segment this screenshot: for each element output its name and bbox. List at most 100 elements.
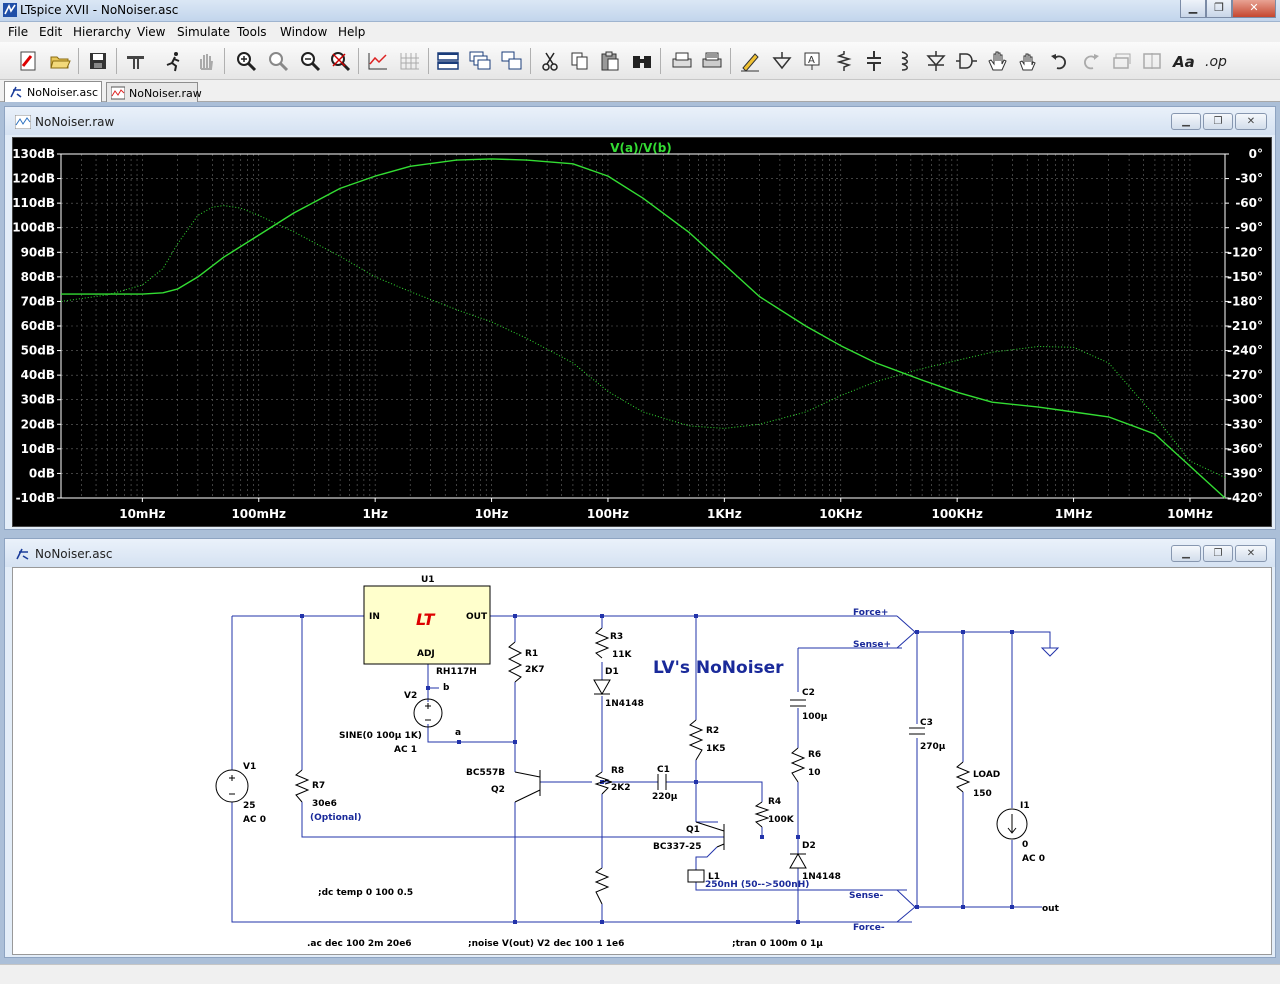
spice-directive-icon[interactable]: .op — [1202, 47, 1230, 75]
circuit-diagram: LT U1 IN OUT ADJ RH117H V1 25 AC 0 V2 SI… — [215, 575, 1060, 949]
svg-text:out: out — [1042, 904, 1060, 914]
svg-text:A: A — [808, 55, 815, 66]
zoom-in-icon[interactable] — [232, 47, 260, 75]
tile-horizontal-icon[interactable] — [434, 47, 462, 75]
phase-point — [526, 338, 528, 340]
spice-directives[interactable]: ;dc temp 0 100 0.5 .ac dec 100 2m 20e6 ;… — [307, 888, 823, 949]
draw-wire-pencil-icon[interactable] — [736, 47, 764, 75]
magnitude-point — [162, 292, 164, 294]
print-setup-icon[interactable] — [668, 47, 696, 75]
inductor-icon[interactable] — [890, 47, 918, 75]
phase-point — [491, 321, 493, 323]
cascade-windows-icon[interactable] — [466, 47, 494, 75]
y-right-tick-label: -150° — [1227, 270, 1263, 284]
magnitude-point — [197, 276, 199, 278]
text-icon[interactable]: Aa — [1170, 47, 1198, 75]
save-icon[interactable] — [84, 47, 112, 75]
magnitude-point — [293, 212, 295, 214]
halt-hand-icon[interactable] — [192, 47, 220, 75]
menu-edit[interactable]: Edit — [39, 25, 62, 39]
paste-icon[interactable] — [596, 47, 624, 75]
grid-icon[interactable] — [396, 47, 424, 75]
copy-icon[interactable] — [566, 47, 594, 75]
zoom-fit-icon[interactable] — [326, 47, 354, 75]
restore-button[interactable]: ❐ — [1203, 113, 1233, 130]
y-right-tick-labels: 0° -30° -60° -90° -120° -150° -180° -210° -240° -… — [1227, 147, 1263, 505]
restore-button[interactable]: ❐ — [1206, 0, 1232, 18]
undo-icon[interactable] — [1046, 47, 1074, 75]
tab-waveform[interactable]: NoNoiser.raw — [106, 82, 202, 102]
schematic-heading[interactable]: LV's NoNoiser — [653, 658, 784, 678]
svg-text:;tran 0 100m 0 1µ: ;tran 0 100m 0 1µ — [732, 939, 823, 949]
tab-schematic[interactable]: NoNoiser.asc — [4, 81, 102, 102]
menu-simulate[interactable]: Simulate — [177, 25, 230, 39]
svg-text:D2: D2 — [802, 841, 816, 851]
run-icon[interactable] — [160, 47, 188, 75]
phase-point — [1108, 362, 1110, 364]
cut-scissors-icon[interactable] — [536, 47, 564, 75]
zoom-out-icon[interactable] — [296, 47, 324, 75]
menu-tools[interactable]: Tools — [237, 25, 267, 39]
menu-view[interactable]: View — [137, 25, 165, 39]
move-hand-icon[interactable] — [984, 47, 1012, 75]
toolbar: A Aa .op — [0, 42, 1280, 80]
magnitude-point — [991, 401, 993, 403]
minimize-button[interactable]: ▁ — [1180, 0, 1206, 18]
drag-hand-icon[interactable] — [1014, 47, 1042, 75]
y-right-tick-label: 0° — [1249, 147, 1263, 161]
magnitude-point — [1073, 411, 1075, 413]
y-left-tick-label: 90dB — [21, 245, 55, 259]
y-right-tick-label: -210° — [1227, 319, 1263, 333]
waveform-icon — [15, 115, 31, 129]
ground-icon[interactable] — [768, 47, 796, 75]
document-tab-strip: NoNoiser.asc NoNoiser.raw — [0, 80, 1280, 102]
svg-text:AC 1: AC 1 — [394, 745, 417, 755]
phase-point — [572, 362, 574, 364]
plot-pane[interactable]: 10mHz 100mHz 1Hz 10Hz 100Hz 1KHz 10KHz 100KHz 1M… — [12, 137, 1272, 527]
redo-icon[interactable] — [1076, 47, 1104, 75]
magnitude-point — [724, 264, 726, 266]
capacitor-icon[interactable] — [860, 47, 888, 75]
schematic-canvas[interactable]: LT U1 IN OUT ADJ RH117H V1 25 AC 0 V2 SI… — [12, 567, 1272, 955]
menu-file[interactable]: File — [8, 25, 28, 39]
svg-text:Sense+: Sense+ — [853, 640, 891, 650]
menu-help[interactable]: Help — [338, 25, 365, 39]
chart-grid — [60, 153, 1226, 499]
restore-button[interactable]: ❐ — [1203, 545, 1233, 562]
window-title: LTspice XVII - NoNoiser.asc — [20, 3, 179, 17]
close-button[interactable]: ✕ — [1235, 113, 1267, 130]
magnitude-point — [142, 293, 144, 295]
tab-label: NoNoiser.asc — [27, 86, 99, 99]
control-panel-hammer-icon[interactable] — [122, 47, 150, 75]
svg-text:2K2: 2K2 — [611, 783, 631, 793]
close-button[interactable]: ✕ — [1235, 545, 1267, 562]
phase-point — [875, 381, 877, 383]
diode-icon[interactable] — [922, 47, 950, 75]
autorange-icon[interactable] — [364, 47, 392, 75]
svg-text:IN: IN — [369, 612, 380, 622]
minimize-button[interactable]: ▁ — [1171, 113, 1201, 130]
x-tick-label: 100Hz — [587, 507, 629, 521]
phase-point — [107, 294, 109, 296]
mirror-icon[interactable] — [1138, 47, 1166, 75]
menu-window[interactable]: Window — [280, 25, 327, 39]
minimize-button[interactable]: ▁ — [1171, 545, 1201, 562]
svg-text:V1: V1 — [243, 762, 256, 772]
open-folder-icon[interactable] — [46, 47, 74, 75]
pan-zoom-icon[interactable] — [264, 47, 292, 75]
close-button[interactable]: ✕ — [1232, 0, 1276, 18]
print-icon[interactable] — [698, 47, 726, 75]
find-binoculars-icon[interactable] — [628, 47, 656, 75]
schematic-icon — [16, 548, 29, 560]
svg-text:Aa: Aa — [1172, 53, 1195, 71]
new-schematic-icon[interactable] — [14, 47, 42, 75]
resistor-icon[interactable] — [830, 47, 858, 75]
trace-name-label[interactable]: V(a)/V(b) — [610, 141, 672, 155]
label-net-icon[interactable]: A — [798, 47, 826, 75]
component-icon[interactable] — [952, 47, 980, 75]
tile-vertical-icon[interactable] — [498, 47, 526, 75]
svg-text:C2: C2 — [802, 688, 815, 698]
rotate-icon[interactable] — [1108, 47, 1136, 75]
menu-hierarchy[interactable]: Hierarchy — [73, 25, 131, 39]
phase-point — [197, 215, 199, 217]
